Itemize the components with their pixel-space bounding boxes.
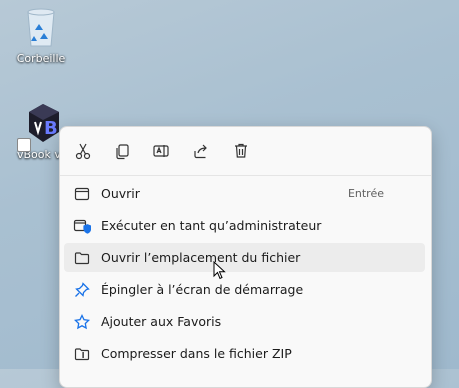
context-menu: Ouvrir Entrée Exécuter en tant qu’admini… bbox=[59, 126, 432, 388]
context-menu-toolbar bbox=[60, 127, 431, 175]
menu-item-shortcut: Entrée bbox=[347, 187, 384, 200]
admin-shield-icon bbox=[72, 216, 92, 236]
menu-item-open-file-location[interactable]: Ouvrir l’emplacement du fichier bbox=[64, 243, 425, 272]
menu-item-label: Ouvrir l’emplacement du fichier bbox=[101, 250, 301, 265]
menu-item-label: Exécuter en tant qu’administrateur bbox=[101, 218, 322, 233]
rename-icon bbox=[153, 145, 169, 157]
delete-button[interactable] bbox=[228, 138, 254, 164]
share-icon bbox=[194, 144, 207, 159]
menu-item-label: Compresser dans le fichier ZIP bbox=[101, 346, 292, 361]
open-app-icon bbox=[72, 184, 92, 204]
rename-button[interactable] bbox=[148, 138, 174, 164]
delete-icon bbox=[235, 143, 247, 158]
cut-button[interactable] bbox=[70, 138, 96, 164]
pin-icon bbox=[72, 280, 92, 300]
shortcut-arrow-icon bbox=[17, 138, 31, 152]
cut-icon bbox=[75, 143, 91, 160]
menu-separator bbox=[60, 175, 431, 176]
menu-item-open[interactable]: Ouvrir Entrée bbox=[64, 179, 425, 208]
menu-item-pin-to-start[interactable]: Épingler à l’écran de démarrage bbox=[64, 275, 425, 304]
menu-item-add-to-favorites[interactable]: Ajouter aux Favoris bbox=[64, 307, 425, 336]
svg-text:B: B bbox=[44, 118, 58, 139]
copy-icon bbox=[116, 144, 129, 160]
share-button[interactable] bbox=[188, 138, 214, 164]
star-icon bbox=[72, 312, 92, 332]
recycle-bin-icon bbox=[27, 8, 55, 47]
recycle-bin-label: Corbeille bbox=[16, 52, 66, 65]
zip-icon bbox=[72, 344, 92, 364]
menu-item-run-as-admin[interactable]: Exécuter en tant qu’administrateur bbox=[64, 211, 425, 240]
menu-item-label: Ajouter aux Favoris bbox=[101, 314, 222, 329]
copy-button[interactable] bbox=[109, 138, 135, 164]
menu-item-compress-zip[interactable]: Compresser dans le fichier ZIP bbox=[64, 339, 425, 368]
mouse-cursor-icon bbox=[213, 261, 226, 280]
recycle-bin-shortcut[interactable]: Corbeille bbox=[11, 6, 71, 65]
menu-item-label: Ouvrir bbox=[101, 186, 140, 201]
folder-icon bbox=[72, 248, 92, 268]
menu-item-label: Épingler à l’écran de démarrage bbox=[101, 282, 304, 297]
